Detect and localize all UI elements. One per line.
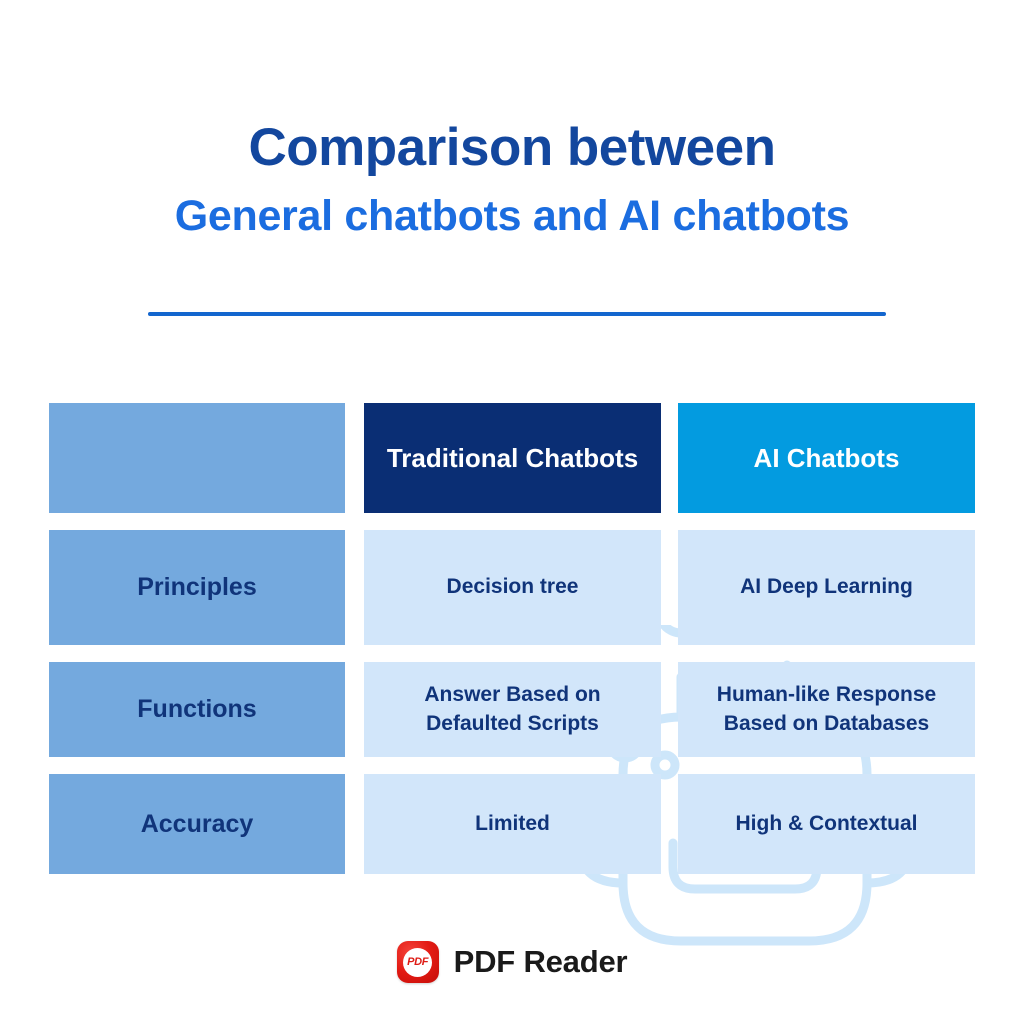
header-cell-blank [49,403,345,513]
cell-functions-ai: Human-like Response Based on Databases [678,662,975,757]
brand-logo: PDF PDF Reader [0,941,1024,983]
header-cell-traditional-chatbots: Traditional Chatbots [364,403,661,513]
pdf-logo-label: PDF [407,956,429,968]
table-row: Functions Answer Based on Defaulted Scri… [49,662,975,757]
cell-principles-traditional: Decision tree [364,530,661,645]
brand-name: PDF Reader [453,944,628,979]
cell-functions-traditional: Answer Based on Defaulted Scripts [364,662,661,757]
infographic-canvas: Comparison between General chatbots and … [0,0,1024,1024]
header-cell-ai-chatbots: AI Chatbots [678,403,975,513]
table-row: Principles Decision tree AI Deep Learnin… [49,530,975,645]
cell-accuracy-traditional: Limited [364,774,661,874]
table-header-row: Traditional Chatbots AI Chatbots [49,403,975,513]
title-line-secondary: General chatbots and AI chatbots [174,191,850,240]
row-label-functions: Functions [49,662,345,757]
cell-accuracy-ai: High & Contextual [678,774,975,874]
row-label-accuracy: Accuracy [49,774,345,874]
comparison-table: Traditional Chatbots AI Chatbots Princip… [49,403,975,874]
page-title: Comparison between General chatbots and … [0,118,1024,316]
cell-principles-ai: AI Deep Learning [678,530,975,645]
pdf-logo-disc: PDF [403,947,433,977]
table-row: Accuracy Limited High & Contextual [49,774,975,874]
row-label-principles: Principles [49,530,345,645]
title-divider [148,312,886,316]
pdf-logo-icon: PDF [396,941,439,983]
title-line-primary: Comparison between [248,118,776,177]
